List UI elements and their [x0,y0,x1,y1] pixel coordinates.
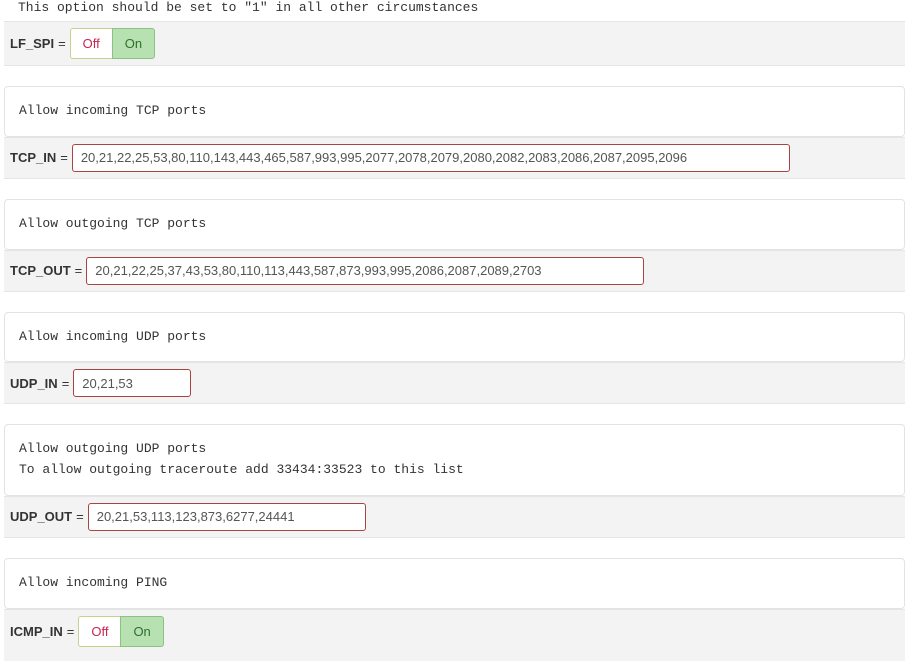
icmp-in-off-button[interactable]: Off [78,616,120,647]
icmp-in-toggle: Off On [78,616,163,647]
tcp-in-input[interactable] [72,144,790,172]
udp-in-input[interactable] [73,369,191,397]
udp-out-row: UDP_OUT = [4,496,905,538]
udp-in-row: UDP_IN = [4,362,905,404]
tcp-out-row: TCP_OUT = [4,250,905,292]
tcp-out-label: TCP_OUT [10,263,71,278]
udp-in-label: UDP_IN [10,376,58,391]
equals-sign: = [58,36,66,51]
udp-out-label: UDP_OUT [10,509,72,524]
lf-spi-label: LF_SPI [10,36,54,51]
lf-spi-on-button[interactable]: On [112,28,155,59]
udp-out-input[interactable] [88,503,366,531]
lf-spi-toggle: Off On [70,28,155,59]
equals-sign: = [75,263,83,278]
tcp-out-input[interactable] [86,257,644,285]
icmp-in-description: Allow incoming PING [4,558,905,609]
icmp-in-label: ICMP_IN [10,624,63,639]
udp-in-description: Allow incoming UDP ports [4,312,905,363]
equals-sign: = [76,509,84,524]
udp-out-description: Allow outgoing UDP ports To allow outgoi… [4,424,905,496]
previous-setting-description-fragment: This option should be set to "1" in all … [0,0,909,21]
equals-sign: = [62,376,70,391]
tcp-in-description: Allow incoming TCP ports [4,86,905,137]
tcp-in-label: TCP_IN [10,150,56,165]
icmp-in-row: ICMP_IN = Off On [4,609,905,661]
lf-spi-off-button[interactable]: Off [70,28,112,59]
equals-sign: = [67,624,75,639]
lf-spi-row: LF_SPI = Off On [4,21,905,66]
tcp-in-row: TCP_IN = [4,137,905,179]
tcp-out-description: Allow outgoing TCP ports [4,199,905,250]
icmp-in-on-button[interactable]: On [120,616,163,647]
equals-sign: = [60,150,68,165]
